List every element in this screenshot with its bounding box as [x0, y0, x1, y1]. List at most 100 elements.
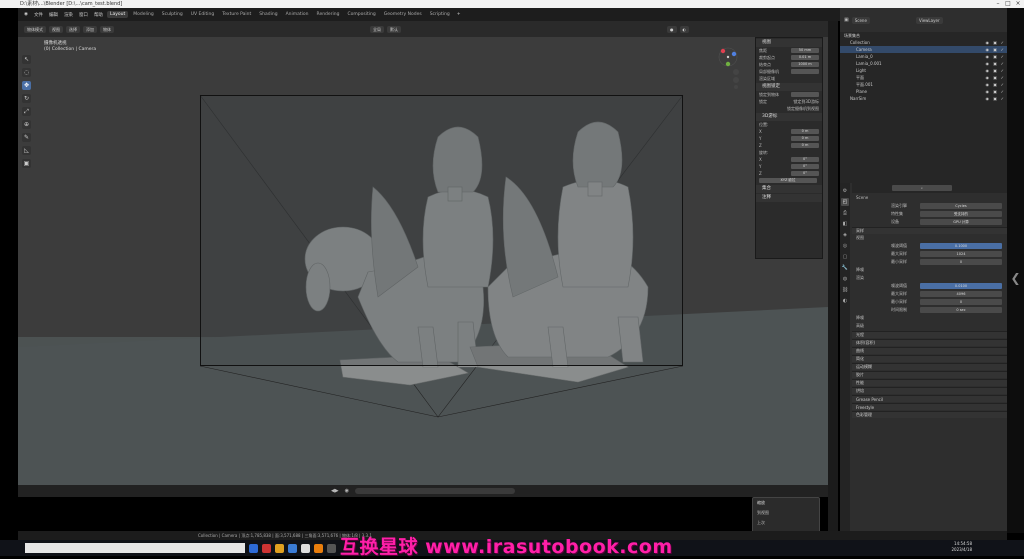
app-icon-1[interactable]	[262, 543, 271, 553]
visibility-eye-icon[interactable]: ◉	[986, 89, 990, 94]
property-section-header[interactable]: 运动模糊	[852, 363, 1007, 370]
exclude-checkbox-icon[interactable]: ✓	[1001, 82, 1004, 87]
rotation-mode-dropdown[interactable]: XYZ 欧拉	[759, 178, 817, 183]
exclude-checkbox-icon[interactable]: ✓	[1001, 68, 1004, 73]
pivot-dropdown[interactable]: 默认	[387, 25, 401, 33]
rot-y-field[interactable]: 0°	[791, 164, 819, 169]
visibility-eye-icon[interactable]: ◉	[986, 54, 990, 59]
lock-camera-checkbox[interactable]: 锁定摄像机到视图	[787, 106, 819, 112]
overlay-icon[interactable]: ◐	[679, 25, 689, 33]
move-icon[interactable]: ✥	[22, 81, 31, 90]
outliner-item[interactable]: Plane ◉ ▣ ✓	[840, 88, 1007, 95]
navigation-gizmo[interactable]	[714, 45, 742, 89]
exclude-checkbox-icon[interactable]: ✓	[1001, 40, 1004, 45]
render-noise-threshold-field[interactable]: 0.0100	[920, 283, 1002, 289]
file-explorer-icon[interactable]	[275, 543, 284, 553]
constraints-tab-icon[interactable]: ⛓	[841, 286, 849, 294]
view-menu[interactable]: 视图	[49, 25, 63, 33]
menu-edit[interactable]: 编辑	[47, 12, 60, 18]
measure-icon[interactable]: ◺	[22, 146, 31, 155]
render-min-samples-field[interactable]: 0	[920, 299, 1002, 305]
keyframe-icon[interactable]: ◉	[345, 488, 349, 494]
advanced-subsection[interactable]: 高级	[856, 323, 864, 329]
outliner-item[interactable]: NarrSim ◉ ▣ ✓	[840, 95, 1007, 102]
transform-icon[interactable]: ⊕	[22, 120, 31, 129]
popup-option-1[interactable]: 到视图	[753, 508, 819, 518]
outliner-item[interactable]: 场景集合	[840, 32, 1007, 39]
maximize-icon[interactable]: □	[1004, 0, 1012, 8]
scene-selector[interactable]: Scene	[851, 16, 870, 24]
property-section-header[interactable]: 体积(容积)	[852, 339, 1007, 346]
properties-search-input[interactable]: ⌕	[892, 185, 952, 191]
property-section-header[interactable]: 烘焙	[852, 387, 1007, 394]
exclude-checkbox-icon[interactable]: ✓	[1001, 75, 1004, 80]
render-camera-icon[interactable]: ▣	[993, 47, 997, 52]
workspace-tab-rendering[interactable]: Rendering	[314, 11, 343, 18]
exclude-checkbox-icon[interactable]: ✓	[1001, 47, 1004, 52]
3d-viewport[interactable]: 摄像机透视 (0) Collection | Camera ↖ ◌ ✥ ↻ ⤢ …	[18, 37, 828, 485]
view-lock-header[interactable]: 视图锁定	[756, 83, 822, 91]
render-denoise-checkbox[interactable]: 降噪	[856, 315, 864, 321]
viewport-max-samples-field[interactable]: 1024	[920, 251, 1002, 257]
local-camera-field[interactable]	[791, 69, 819, 74]
object-tab-icon[interactable]: ▢	[841, 253, 849, 261]
browser-icon[interactable]	[288, 543, 297, 553]
exclude-checkbox-icon[interactable]: ✓	[1001, 96, 1004, 101]
scene-icon[interactable]: ▣	[844, 17, 849, 23]
workspace-tab-modeling[interactable]: Modeling	[130, 11, 156, 18]
outliner-item[interactable]: Lamia_0.001 ◉ ▣ ✓	[840, 60, 1007, 67]
workspace-tab-animation[interactable]: Animation	[283, 11, 312, 18]
timeline-scrubber[interactable]	[355, 488, 516, 494]
rotate-icon[interactable]: ↻	[22, 94, 31, 103]
property-section-header[interactable]: 简化	[852, 355, 1007, 362]
exclude-checkbox-icon[interactable]: ✓	[1001, 61, 1004, 66]
cursor-x-field[interactable]: 0 m	[791, 129, 819, 134]
clip-start-field[interactable]: 0.01 m	[791, 55, 819, 60]
outliner-item[interactable]: Camera ◉ ▣ ✓	[840, 46, 1007, 53]
workspace-tab-geometry-nodes[interactable]: Geometry Nodes	[381, 11, 425, 18]
property-section-header[interactable]: 光程	[852, 331, 1007, 338]
visibility-eye-icon[interactable]: ◉	[986, 68, 990, 73]
property-section-header[interactable]: Freestyle	[852, 403, 1007, 410]
viewport-min-samples-field[interactable]: 0	[920, 259, 1002, 265]
tool-tab-icon[interactable]: ⚙	[841, 187, 849, 195]
render-camera-icon[interactable]: ▣	[993, 40, 997, 45]
blender-logo-icon[interactable]: ◉	[22, 12, 30, 17]
popup-option-2[interactable]: 上次	[753, 518, 819, 528]
visibility-eye-icon[interactable]: ◉	[986, 61, 990, 66]
rot-x-field[interactable]: 0°	[791, 157, 819, 162]
workspace-tab-shading[interactable]: Shading	[256, 11, 280, 18]
outliner-item[interactable]: Lamia_0 ◉ ▣ ✓	[840, 53, 1007, 60]
visibility-eye-icon[interactable]: ◉	[986, 82, 990, 87]
menu-render[interactable]: 渲染	[62, 12, 75, 18]
select-icon[interactable]: ◌	[22, 68, 31, 77]
render-tab-icon[interactable]: ◰	[841, 198, 849, 206]
menu-file[interactable]: 文件	[32, 12, 45, 18]
property-section-header[interactable]: 胶片	[852, 371, 1007, 378]
exclude-checkbox-icon[interactable]: ✓	[1001, 54, 1004, 59]
render-camera-icon[interactable]: ▣	[993, 68, 997, 73]
app-icon-2[interactable]	[301, 543, 310, 553]
property-section-header[interactable]: 色彩管理	[852, 411, 1007, 418]
outliner-item[interactable]: 平面.001 ◉ ▣ ✓	[840, 81, 1007, 88]
transform-orientation-dropdown[interactable]: 全局	[370, 25, 384, 33]
visibility-eye-icon[interactable]: ◉	[986, 47, 990, 52]
render-camera-icon[interactable]: ▣	[993, 96, 997, 101]
visibility-eye-icon[interactable]: ◉	[986, 40, 990, 45]
render-camera-icon[interactable]: ▣	[993, 75, 997, 80]
cursor-z-field[interactable]: 0 m	[791, 143, 819, 148]
render-camera-icon[interactable]: ▣	[993, 82, 997, 87]
cursor-y-field[interactable]: 0 m	[791, 136, 819, 141]
view-section-header[interactable]: 视图	[756, 39, 822, 47]
object-menu[interactable]: 物体	[100, 25, 114, 33]
property-section-header[interactable]: 曲线	[852, 347, 1007, 354]
app-icon-3[interactable]	[327, 543, 336, 553]
outliner-item[interactable]: Light ◉ ▣ ✓	[840, 67, 1007, 74]
playback-icon[interactable]: ◀▶	[331, 488, 339, 494]
view-layer-tab-icon[interactable]: ◧	[841, 220, 849, 228]
workspace-tab-scripting[interactable]: Scripting	[427, 11, 453, 18]
property-section-header[interactable]: Grease Pencil	[852, 395, 1007, 402]
collections-header[interactable]: 集合	[756, 185, 822, 193]
property-section-header[interactable]: 性能	[852, 379, 1007, 386]
viewport-subsection[interactable]: 视图	[856, 235, 864, 241]
